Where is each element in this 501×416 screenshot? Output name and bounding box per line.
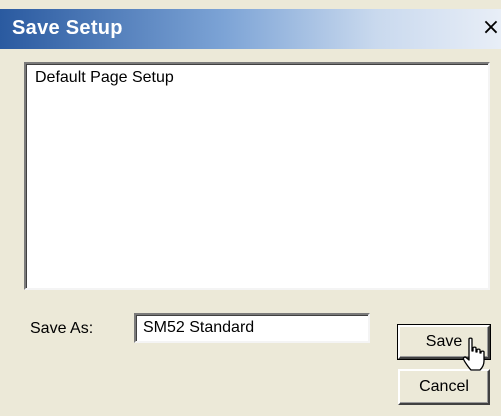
hand-pointer-icon [462,337,485,371]
window-title: Save Setup [12,17,123,39]
close-icon[interactable]: × [481,15,501,41]
save-setup-dialog: Save Setup × Default Page Setup Save As:… [0,0,501,416]
cancel-button[interactable]: Cancel [398,369,490,405]
save-as-input[interactable] [134,313,370,343]
save-as-label: Save As: [30,320,94,337]
list-item[interactable]: Default Page Setup [35,69,174,87]
setups-listbox[interactable]: Default Page Setup [24,62,490,290]
title-bar[interactable]: Save Setup × [0,9,501,49]
